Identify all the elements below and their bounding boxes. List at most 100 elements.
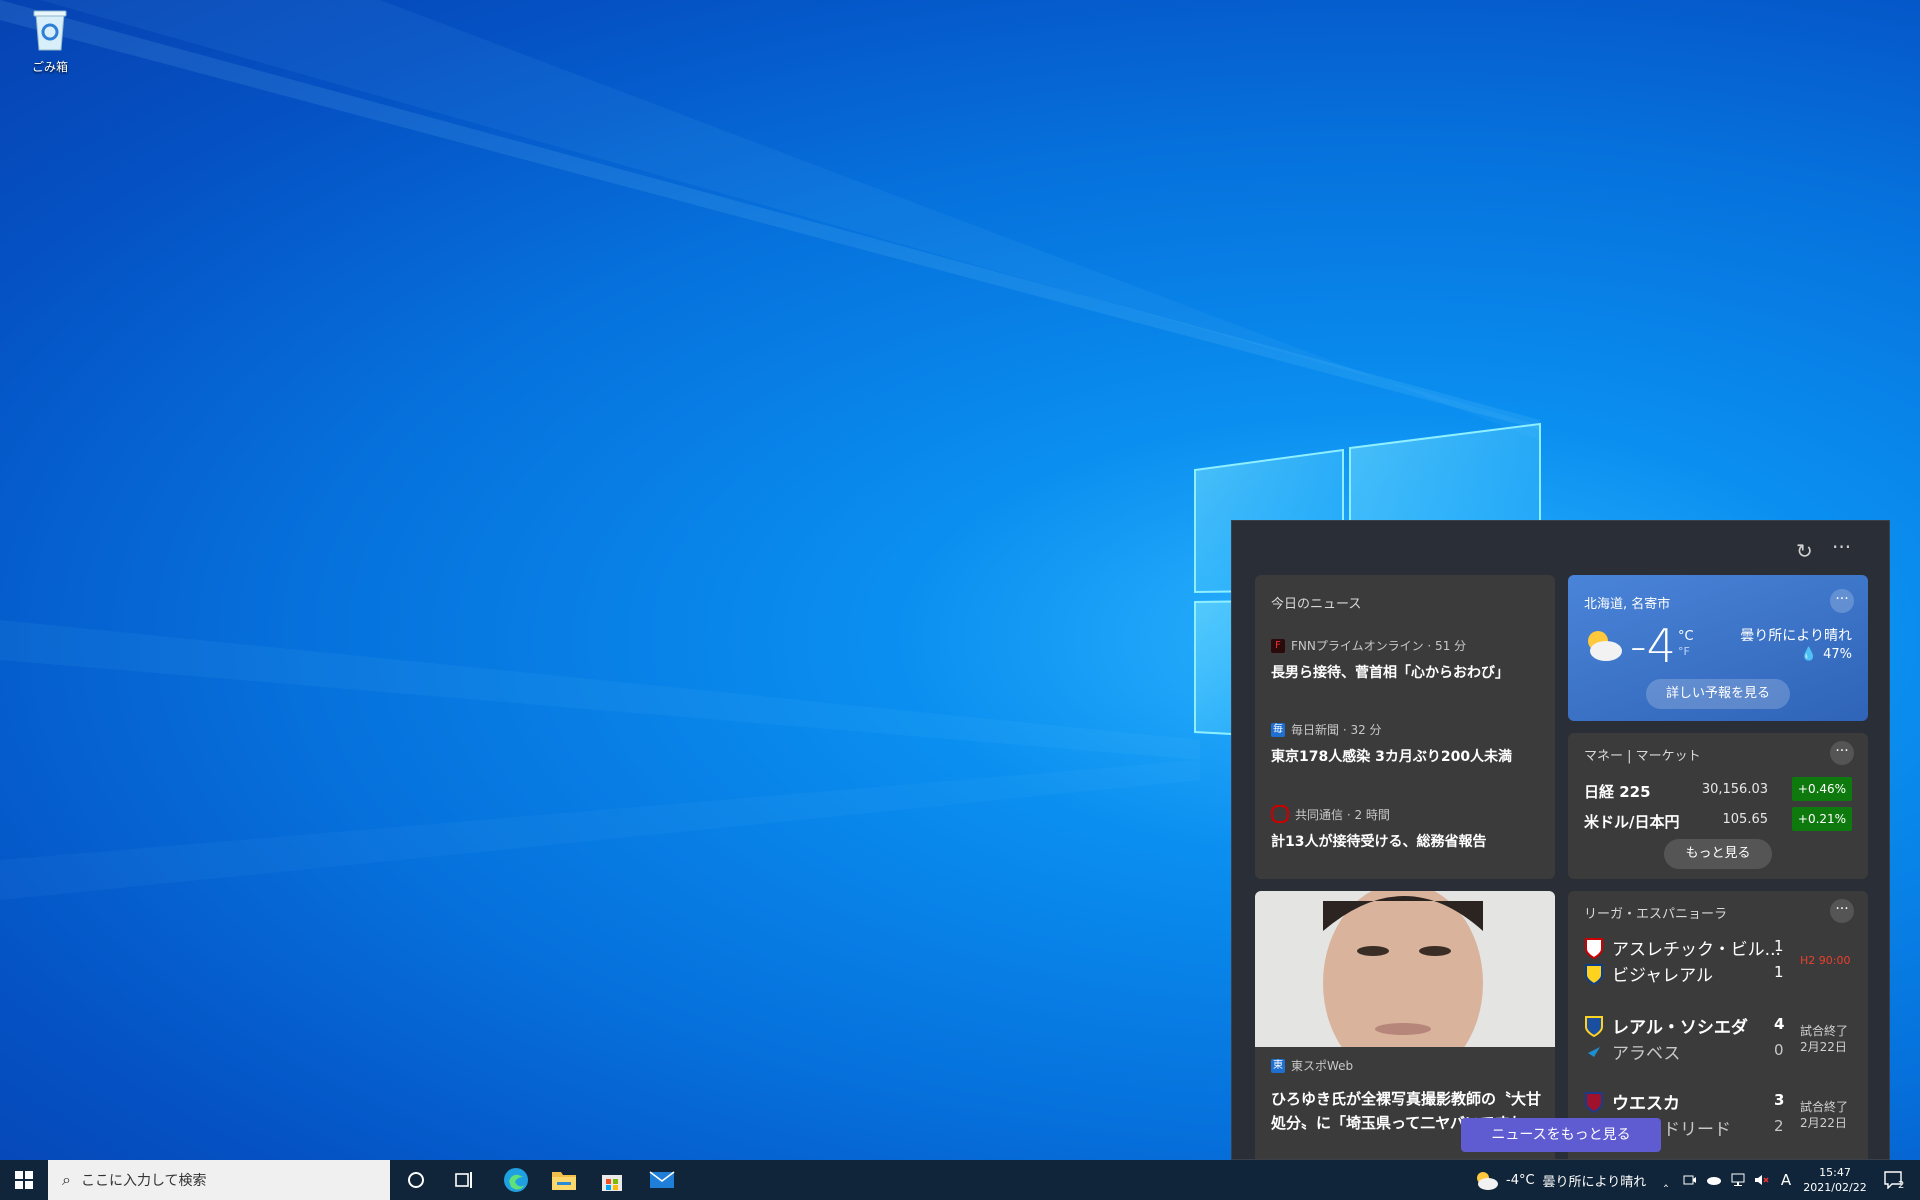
more-news-button[interactable]: ニュースをもっと見る (1461, 1118, 1661, 1152)
market-name: 日経 225 (1584, 783, 1651, 801)
taskbar-search-box[interactable]: ⌕ ここに入力して検索 (48, 1160, 390, 1200)
cloud-icon (1707, 1177, 1721, 1185)
fnn-logo-icon: F (1271, 638, 1285, 653)
humidity: 💧 47% (1800, 647, 1852, 662)
news-source: F FNNプライムオンライン · 51 分 (1271, 637, 1545, 654)
mainichi-logo-icon: 毎 (1271, 722, 1285, 737)
alaves-crest-icon (1588, 1046, 1600, 1057)
market-more-link[interactable]: もっと見る (1664, 839, 1772, 869)
home-score: 3 (1774, 1091, 1785, 1109)
ime-mode: A (1780, 1171, 1792, 1189)
news-item[interactable]: 毎毎日新聞 · 32 分 東京178人感染 3カ月ぶり200人未満 (1271, 721, 1545, 766)
file-explorer-button[interactable] (542, 1160, 586, 1200)
weather-location: 北海道, 名寄市 (1584, 597, 1671, 612)
speaker-muted-icon (1755, 1175, 1769, 1185)
ime-indicator[interactable]: A (1776, 1160, 1796, 1200)
match-status: 試合終了 2月22日 (1800, 1024, 1849, 1054)
recycle-bin[interactable]: ごみ箱 (20, 8, 80, 75)
story-source: 東東スポWeb (1271, 1058, 1354, 1073)
task-view-button[interactable] (444, 1160, 484, 1200)
real-sociedad-crest-icon (1585, 1015, 1603, 1037)
news-headline: 東京178人感染 3カ月ぶり200人未満 (1271, 749, 1513, 765)
chevron-up-icon: ‸ (1663, 1172, 1669, 1188)
kyodo-logo-icon (1271, 805, 1289, 823)
store-button[interactable] (590, 1160, 634, 1200)
edge-icon (504, 1168, 528, 1192)
market-row[interactable]: 日経 225 30,156.03 +0.46% (1584, 777, 1852, 803)
huesca-crest-icon (1585, 1091, 1603, 1113)
market-card[interactable]: マネー | マーケット ··· 日経 225 30,156.03 +0.46% … (1568, 733, 1868, 879)
show-hidden-icons[interactable]: ‸ (1656, 1160, 1676, 1200)
villarreal-crest-icon (1585, 963, 1603, 985)
taskbar: ⌕ ここに入力して検索 -4°C 曇り所により晴れ ‸ A 15:47 2021… (0, 1160, 1920, 1200)
match-status: H2 90:00 (1800, 954, 1851, 967)
camera-icon (1683, 1175, 1696, 1185)
away-team: ビジャレアル (1584, 961, 1713, 986)
market-change: +0.21% (1792, 807, 1852, 831)
news-source: 共同通信 · 2 時間 (1271, 805, 1545, 823)
more-icon[interactable]: ··· (1832, 535, 1851, 559)
market-more-button[interactable]: ··· (1830, 741, 1854, 765)
onedrive-icon[interactable] (1704, 1160, 1724, 1200)
weather-taskbar-button[interactable]: -4°C 曇り所により晴れ (1474, 1160, 1654, 1200)
store-icon (602, 1175, 622, 1191)
weather-more-button[interactable]: ··· (1830, 589, 1854, 613)
mail-button[interactable] (640, 1160, 684, 1200)
panel-header: ↻ ··· (1232, 521, 1889, 577)
clock[interactable]: 15:47 2021/02/22 (1800, 1160, 1870, 1200)
celsius-unit[interactable]: °C (1678, 629, 1694, 644)
recycle-bin-label: ごみ箱 (31, 60, 68, 74)
action-center-button[interactable]: 2 (1874, 1160, 1914, 1200)
search-placeholder: ここに入力して検索 (80, 1173, 207, 1189)
network-icon-glyph (1731, 1173, 1745, 1186)
partly-cloudy-icon (1477, 1172, 1498, 1190)
tokyo-sports-logo-icon: 東 (1271, 1058, 1285, 1073)
news-item[interactable]: 共同通信 · 2 時間 計13人が接待受ける、総務省報告 (1271, 805, 1545, 851)
cortana-icon (408, 1172, 424, 1188)
sports-more-button[interactable]: ··· (1830, 899, 1854, 923)
start-icon (15, 1171, 33, 1189)
file-explorer-icon (552, 1172, 576, 1190)
refresh-icon[interactable]: ↻ (1796, 539, 1813, 563)
taskbar-temperature: -4°C (1506, 1172, 1535, 1188)
athletic-crest-icon (1585, 937, 1603, 959)
news-source: 毎毎日新聞 · 32 分 (1271, 722, 1382, 737)
start-button[interactable] (0, 1160, 48, 1200)
home-score: 1 (1774, 937, 1784, 955)
meet-now-icon[interactable] (1680, 1160, 1700, 1200)
weather-temperature: -4 (1630, 619, 1676, 673)
top-news-card: 今日のニュース F FNNプライムオンライン · 51 分 長男ら接待、菅首相「心… (1255, 575, 1555, 879)
market-change: +0.46% (1792, 777, 1852, 801)
cortana-button[interactable] (396, 1160, 436, 1200)
detailed-forecast-button[interactable]: 詳しい予報を見る (1646, 679, 1790, 709)
top-news-title: 今日のニュース (1271, 597, 1362, 612)
home-team: ウエスカ (1584, 1089, 1680, 1114)
network-icon[interactable] (1728, 1160, 1748, 1200)
home-team: レアル・ソシエダ (1584, 1013, 1748, 1038)
recycle-bin-icon (33, 10, 67, 51)
fahrenheit-unit[interactable]: °F (1678, 645, 1690, 658)
away-score: 1 (1774, 963, 1784, 981)
partly-cloudy-icon (1588, 631, 1622, 661)
search-icon: ⌕ (62, 1170, 71, 1189)
sports-title: リーガ・エスパニョーラ (1584, 907, 1728, 922)
task-view-icon (455, 1172, 472, 1188)
market-value: 105.65 (1722, 812, 1769, 827)
market-title: マネー | マーケット (1584, 749, 1701, 764)
edge-button[interactable] (494, 1160, 538, 1200)
notification-count: 2 (1898, 1180, 1905, 1191)
weather-condition: 曇り所により晴れ (1740, 628, 1852, 644)
mail-icon (649, 1171, 675, 1188)
clock-time: 15:47 (1819, 1166, 1851, 1179)
clock-date: 2021/02/22 (1803, 1181, 1867, 1194)
weather-card[interactable]: 北海道, 名寄市 ··· -4 °C °F 曇り所により晴れ 💧 47% 詳しい予… (1568, 575, 1868, 721)
market-row[interactable]: 米ドル/日本円 105.65 +0.21% (1584, 807, 1852, 833)
raindrop-icon: 💧 (1800, 647, 1818, 662)
news-item[interactable]: F FNNプライムオンライン · 51 分 長男ら接待、菅首相「心からおわび」 (1271, 637, 1545, 682)
home-team: アスレチック・ビル... (1584, 935, 1781, 960)
away-score: 0 (1774, 1041, 1784, 1059)
market-value: 30,156.03 (1701, 782, 1768, 797)
news-headline: 計13人が接待受ける、総務省報告 (1271, 834, 1487, 850)
volume-icon[interactable] (1752, 1160, 1772, 1200)
market-name: 米ドル/日本円 (1584, 813, 1680, 831)
